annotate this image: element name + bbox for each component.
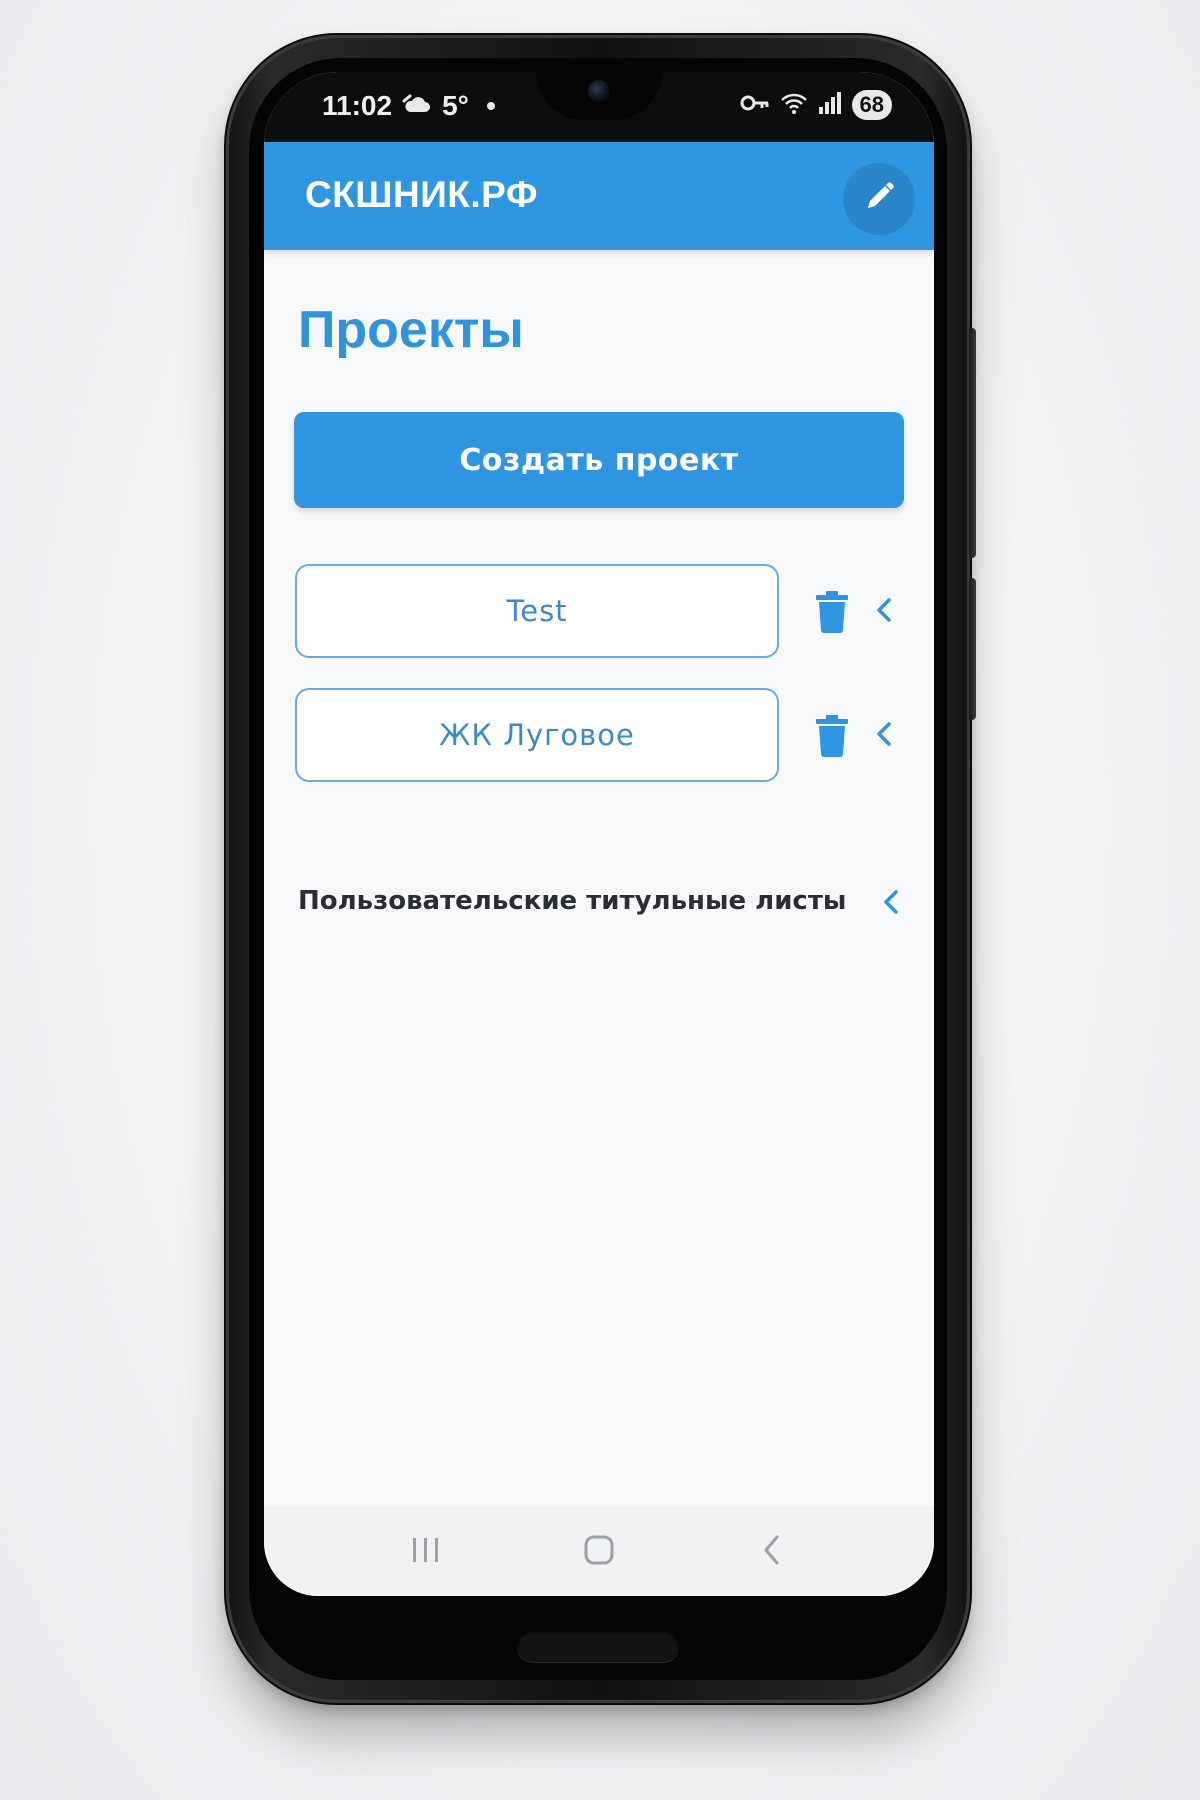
edit-button[interactable] [843,163,915,235]
project-card[interactable]: Test [295,564,779,658]
chevron-left-icon [871,722,897,756]
custom-title-sheets-row[interactable]: Пользовательские титульные листы [298,878,904,928]
custom-title-sheets-label: Пользовательские титульные листы [298,886,847,916]
project-row: ЖК Луговое [295,688,905,784]
app-bar: СКШНИК.РФ [264,142,934,250]
trash-icon [814,715,850,761]
pencil-icon [862,180,896,219]
trash-icon [814,591,850,637]
cloud-weather-icon [402,90,432,122]
recent-apps-button[interactable] [404,1530,448,1574]
power-button [969,578,976,720]
back-icon [757,1532,787,1573]
front-camera [588,80,610,102]
delete-project-button[interactable] [814,591,850,633]
status-time: 11:02 [322,90,393,121]
status-left: 11:02 5° [322,90,495,122]
phone-screen: 11:02 5° 68 СКШНИК.РФ Проекты Создать пр… [264,72,934,1596]
recent-apps-icon [410,1535,442,1570]
app-title: СКШНИК.РФ [305,174,538,215]
page-title: Проекты [298,301,524,359]
create-project-button[interactable]: Создать проект [294,412,904,508]
home-icon [582,1533,616,1572]
battery-icon: 68 [851,90,892,120]
volume-button [969,328,976,558]
project-row: Test [295,564,905,660]
delete-project-button[interactable] [814,715,850,757]
main-content: Проекты Создать проект Test ЖК Луговое П… [264,250,934,1506]
speaker-grille [517,1630,679,1662]
signal-icon [818,91,842,120]
status-temperature: 5° [442,90,469,121]
back-button[interactable] [750,1530,794,1574]
home-button[interactable] [577,1530,621,1574]
key-icon [740,93,770,118]
expand-project-button[interactable] [871,716,897,752]
status-bar: 11:02 5° 68 [264,72,934,142]
status-right: 68 [740,90,892,120]
system-nav-bar [264,1506,934,1596]
chevron-left-icon [871,598,897,632]
project-card[interactable]: ЖК Луговое [295,688,779,782]
notification-dot [486,102,495,110]
expand-project-button[interactable] [871,592,897,628]
wifi-icon [780,91,808,120]
chevron-left-icon [878,884,904,920]
camera-notch [536,72,662,120]
